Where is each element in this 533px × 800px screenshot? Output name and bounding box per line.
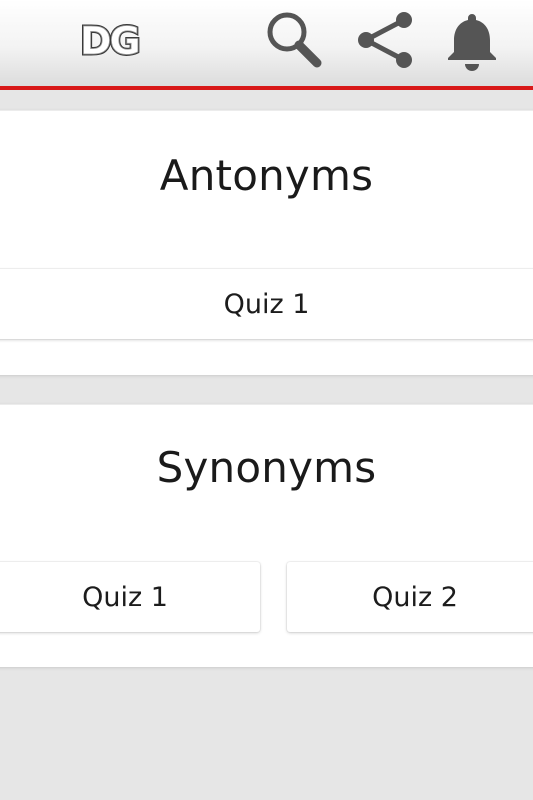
bell-icon <box>448 14 496 71</box>
app-bar: DG DG <box>0 0 533 90</box>
antonyms-quiz-1-button[interactable]: Quiz 1 <box>0 269 533 339</box>
synonyms-quiz-2-button[interactable]: Quiz 2 <box>287 562 533 632</box>
notifications-button[interactable] <box>440 8 504 72</box>
search-button[interactable] <box>262 8 326 72</box>
quiz-list: Antonyms Quiz 1 Synonyms Quiz 1 Quiz 2 <box>0 90 533 800</box>
svg-text:DG: DG <box>80 19 139 60</box>
share-button[interactable] <box>352 8 416 72</box>
section-title: Antonyms <box>159 151 374 200</box>
section-title: Synonyms <box>156 443 377 492</box>
synonyms-quiz-1-button[interactable]: Quiz 1 <box>0 562 260 632</box>
search-icon <box>267 12 322 68</box>
share-icon <box>358 12 412 68</box>
app-logo[interactable]: DG DG <box>78 18 152 65</box>
synonyms-card: Synonyms Quiz 1 Quiz 2 <box>0 404 533 667</box>
antonyms-card: Antonyms Quiz 1 <box>0 110 533 375</box>
